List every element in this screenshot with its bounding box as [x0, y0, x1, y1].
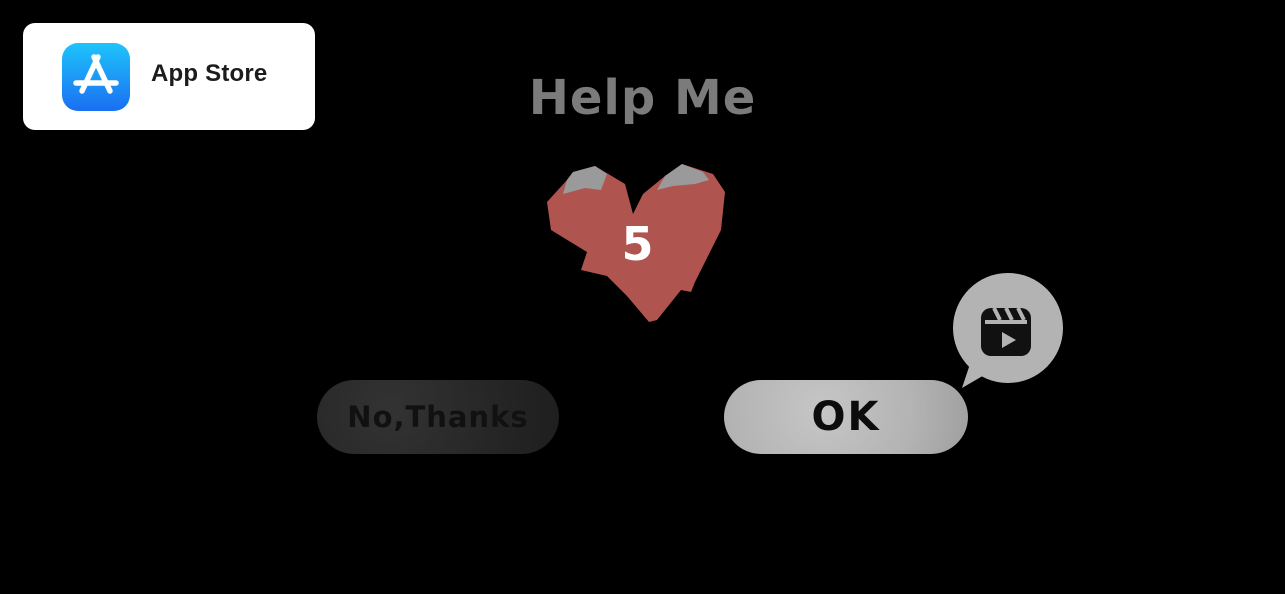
no-thanks-button[interactable]: No,Thanks — [317, 380, 559, 454]
video-clapper-icon — [953, 273, 1063, 388]
ok-button[interactable]: OK — [724, 380, 968, 454]
dialog-title: Help Me — [528, 70, 757, 126]
heart-count: 5 — [621, 217, 654, 271]
